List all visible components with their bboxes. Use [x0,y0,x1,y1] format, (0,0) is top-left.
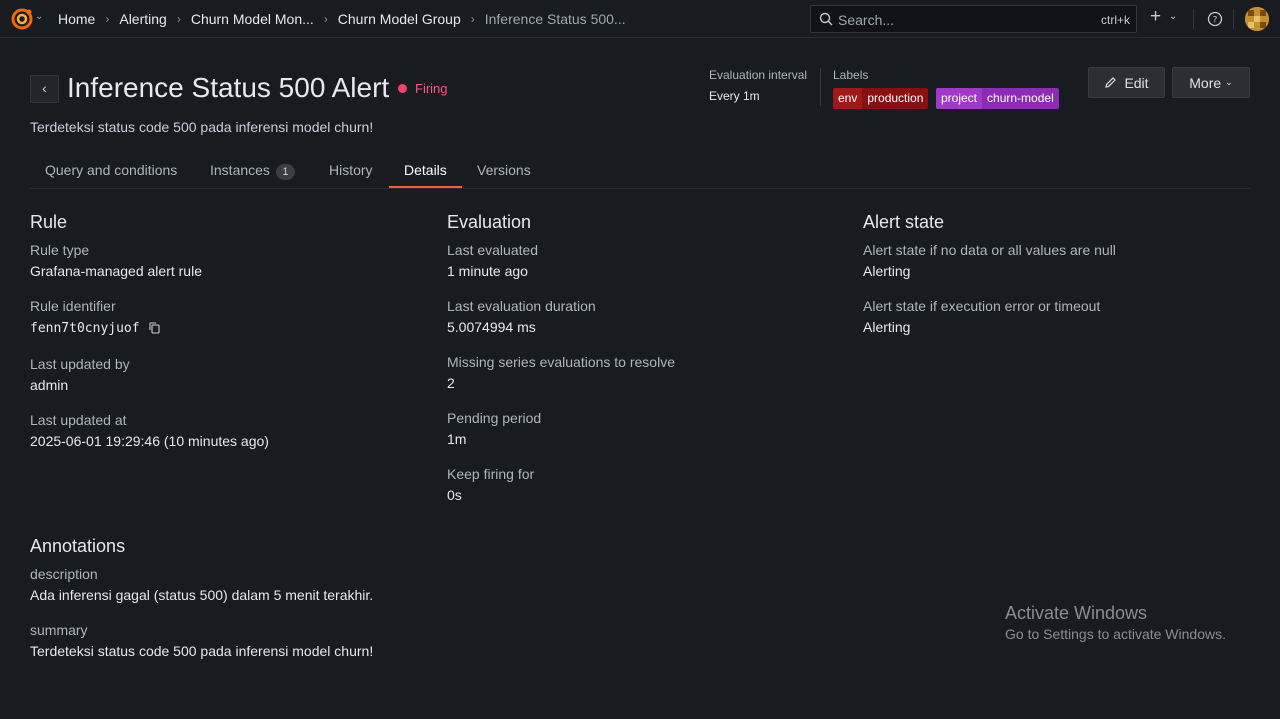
breadcrumb-current: Inference Status 500... [484,11,626,27]
field-value: Alerting [863,319,911,335]
chevron-right-icon: › [176,12,181,26]
field-value: Alerting [863,263,911,279]
more-button[interactable]: More ⌄ [1172,67,1250,98]
field-value: 2 [447,375,455,391]
edit-label: Edit [1124,74,1149,91]
search-shortcut: ctrl+k [1100,13,1130,27]
labels-label: Labels [833,68,869,82]
field-label: Last updated at [30,412,127,428]
field-value: 2025-06-01 19:29:46 (10 minutes ago) [30,433,269,449]
field-label: Last evaluated [447,242,539,258]
field-value: 1 minute ago [447,263,528,279]
top-navbar: ⌄ Home › Alerting › Churn Model Mon... ›… [0,0,1280,38]
field-label: Rule identifier [30,298,116,314]
label-chip-env: env production [833,88,929,109]
user-avatar-icon [1245,7,1269,31]
field-label: Alert state if no data or all values are… [863,242,1116,258]
field-label: Alert state if execution error or timeou… [863,298,1101,314]
section-title-annotations: Annotations [30,536,126,556]
label-key: env [833,88,863,109]
rule-identifier: fenn7t0cnyjuof [30,319,161,336]
divider [1233,9,1234,29]
label-value: churn-model [982,88,1059,109]
divider [1193,9,1194,29]
new-button[interactable]: + ⌄ [1150,6,1182,30]
field-value: 0s [447,487,462,503]
search-icon [819,12,833,26]
more-label: More [1189,74,1222,91]
tab-details[interactable]: Details [389,152,462,188]
svg-text:?: ? [1213,16,1218,26]
evaluation-interval-value: Every 1m [709,89,760,103]
field-label: Last updated by [30,356,130,372]
tab-history[interactable]: History [314,152,388,188]
field-label: Pending period [447,410,542,426]
chevron-left-icon: ‹ [42,80,47,96]
state-badge: Firing [398,81,448,96]
state-label: Firing [415,81,448,96]
firing-dot-icon [398,84,407,93]
section-title-rule: Rule [30,212,68,232]
field-label: Keep firing for [447,466,535,482]
tab-label: Query and conditions [45,162,178,178]
rule-identifier-value: fenn7t0cnyjuof [30,321,140,336]
search-input[interactable]: Search... ctrl+k [810,5,1137,33]
field-value: Terdeteksi status code 500 pada inferens… [30,643,374,659]
copy-icon[interactable] [149,322,161,334]
evaluation-interval-label: Evaluation interval [709,68,808,82]
pencil-icon [1105,77,1117,88]
help-icon[interactable]: ? [1207,11,1223,27]
activate-windows-hint: Go to Settings to activate Windows. [1005,626,1226,642]
back-button[interactable]: ‹ [30,75,59,103]
label-chip-project: project churn-model [936,88,1059,109]
tab-instances[interactable]: Instances 1 [195,152,310,188]
breadcrumb-group[interactable]: Churn Model Group [338,11,461,27]
field-label: description [30,566,98,582]
field-value: Grafana-managed alert rule [30,263,202,279]
breadcrumb-home[interactable]: Home [58,11,95,27]
chevron-right-icon: › [105,12,110,26]
breadcrumb-folder[interactable]: Churn Model Mon... [191,11,314,27]
field-label: Rule type [30,242,90,258]
rule-summary: Terdeteksi status code 500 pada inferens… [30,119,374,135]
chevron-right-icon: › [470,12,475,26]
tab-label: Versions [477,162,531,178]
label-value: production [862,88,929,109]
field-label: Missing series evaluations to resolve [447,354,675,370]
field-label: summary [30,622,88,638]
field-value: Ada inferensi gagal (status 500) dalam 5… [30,587,374,603]
tab-label: History [329,162,373,178]
field-value: 1m [447,431,467,447]
breadcrumb: Home › Alerting › Churn Model Mon... › C… [58,10,626,28]
tab-bar: Query and conditions Instances 1 History … [30,152,1250,189]
field-label: Last evaluation duration [447,298,596,314]
count-badge: 1 [275,164,295,180]
field-value: 5.0074994 ms [447,319,536,335]
chevron-right-icon: › [323,12,328,26]
page-title: Inference Status 500 Alert [67,72,390,103]
chevron-down-icon: ⌄ [1225,77,1233,87]
divider [820,68,821,106]
tab-label: Instances [210,162,270,178]
tab-query-and-conditions[interactable]: Query and conditions [30,152,192,188]
activate-windows-watermark: Activate Windows [1005,603,1148,623]
avatar[interactable] [1245,7,1269,31]
breadcrumb-alerting[interactable]: Alerting [119,11,166,27]
chevron-down-icon[interactable]: ⌄ [35,11,43,22]
field-value: admin [30,377,69,393]
edit-button[interactable]: Edit [1088,67,1165,98]
label-key: project [936,88,983,109]
search-placeholder: Search... [838,12,895,28]
tab-label: Details [404,162,447,178]
tab-versions[interactable]: Versions [462,152,546,188]
section-title-alert-state: Alert state [863,212,945,232]
plus-icon: + [1150,6,1162,27]
grafana-logo-icon[interactable] [10,7,34,31]
section-title-evaluation: Evaluation [447,212,532,232]
chevron-down-icon: ⌄ [1169,11,1178,22]
